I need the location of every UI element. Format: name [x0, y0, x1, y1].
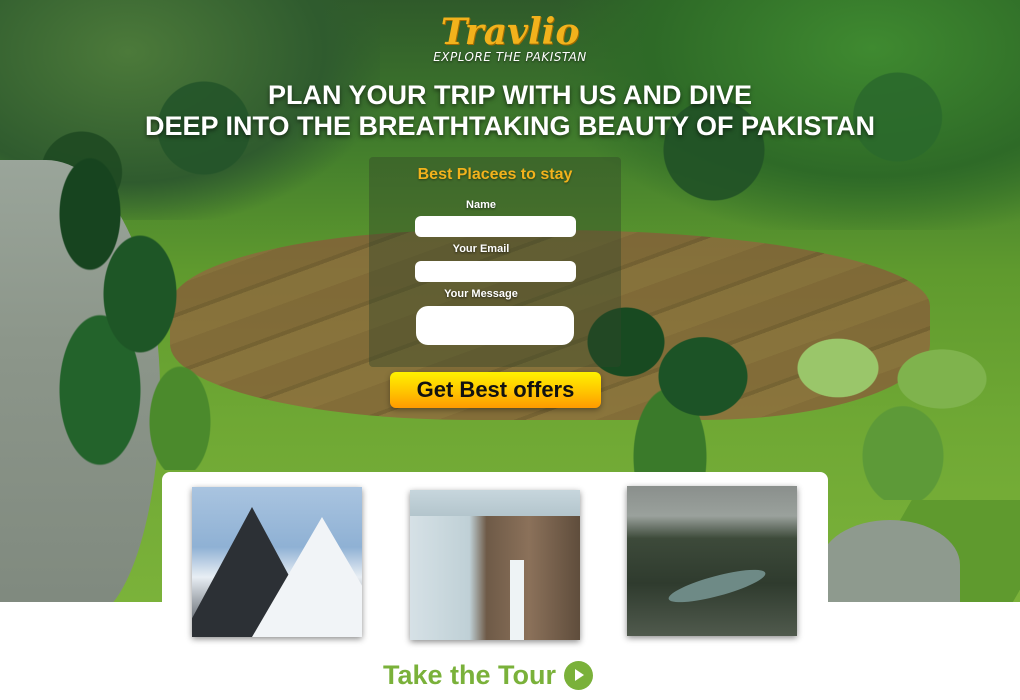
message-label: Your Message: [444, 288, 518, 300]
logo-wordmark: Travlio: [440, 11, 580, 53]
tour-label: Take the Tour: [383, 659, 557, 690]
gallery-photo-waterfall[interactable]: [410, 490, 580, 640]
message-textarea[interactable]: [416, 306, 574, 345]
arrow-right-circle-icon: [564, 660, 594, 690]
name-input[interactable]: [415, 216, 576, 237]
headline-line-2: DEEP INTO THE BREATHTAKING BEAUTY OF PAK…: [144, 111, 876, 141]
hero-headline: PLAN YOUR TRIP WITH US AND DIVE DEEP INT…: [0, 80, 1020, 142]
email-label: Your Email: [452, 243, 510, 255]
gallery-photo-mountains[interactable]: [192, 487, 362, 637]
name-label: Name: [466, 199, 496, 211]
get-best-offers-button[interactable]: Get Best offers: [390, 372, 601, 408]
take-the-tour-link[interactable]: Take the Tour: [383, 656, 594, 694]
brand-logo[interactable]: Travlio EXPLORE THE PAKISTAN: [420, 12, 600, 72]
form-title: Best Placees to stay: [417, 166, 573, 183]
gallery-photo-canyon[interactable]: [627, 486, 797, 636]
headline-line-1: PLAN YOUR TRIP WITH US AND DIVE: [267, 80, 753, 110]
email-input[interactable]: [415, 261, 576, 282]
logo-tagline: EXPLORE THE PAKISTAN: [433, 50, 587, 64]
